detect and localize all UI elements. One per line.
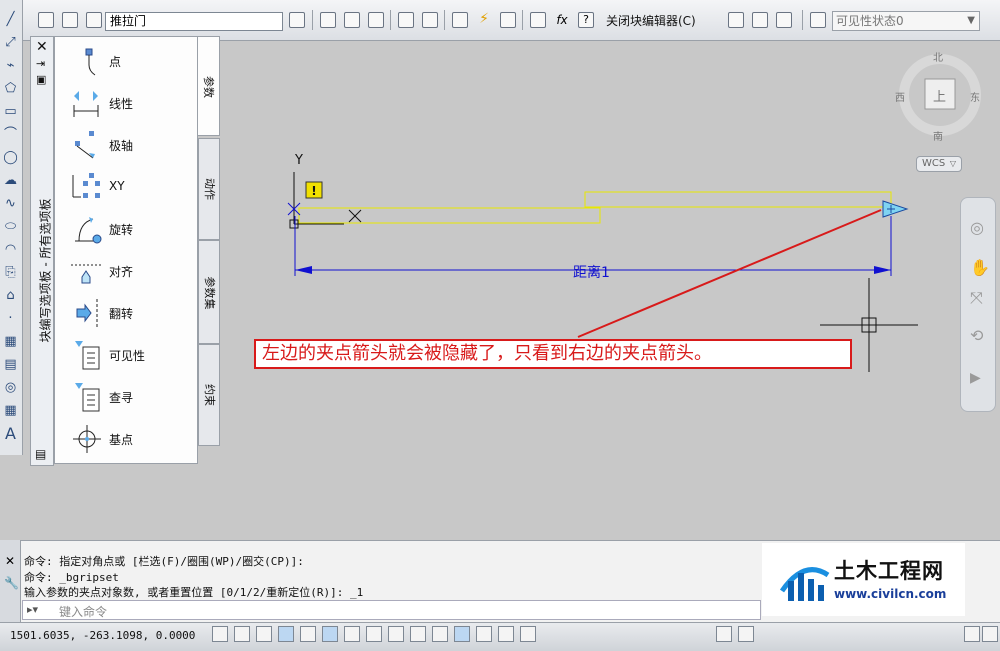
warning-mark: ! <box>311 184 316 198</box>
customize-wrench-icon[interactable]: 🔧 <box>4 576 19 590</box>
grid-display-icon[interactable] <box>256 626 272 642</box>
wcs-menu[interactable]: WCS ▽ <box>916 156 962 172</box>
close-icon[interactable]: ✕ <box>5 554 15 568</box>
infer-constraints-icon[interactable] <box>212 626 228 642</box>
ortho-mode-icon[interactable] <box>278 626 294 642</box>
command-input[interactable]: ▸▾ 键入命令 <box>22 600 761 620</box>
polar-tracking-icon[interactable] <box>300 626 316 642</box>
orbit-icon[interactable]: ⟲ <box>970 326 983 345</box>
cursor-coordinates[interactable]: 1501.6035, -263.1098, 0.0000 <box>10 629 195 642</box>
status-menu-icon[interactable] <box>982 626 998 642</box>
civilcn-logo-icon <box>779 567 830 601</box>
steering-wheel-icon[interactable]: ◎ <box>970 218 984 237</box>
door-panel-left[interactable] <box>298 207 601 224</box>
dynamic-input-icon[interactable] <box>410 626 426 642</box>
site-watermark-logo: 土木工程网 www.civilcn.com <box>762 543 965 616</box>
watermark-title: 土木工程网 <box>834 559 944 583</box>
snap-mode-icon[interactable] <box>234 626 250 642</box>
showmotion-icon[interactable]: ▶ <box>970 370 981 386</box>
quick-properties-icon[interactable] <box>476 626 492 642</box>
transparency-icon[interactable] <box>454 626 470 642</box>
workspace-icon[interactable] <box>964 626 980 642</box>
selection-cycling-icon[interactable] <box>498 626 514 642</box>
command-history-line: 输入参数的夹点对象数, 或者重置位置 [0/1/2/重新定位(R)]: _1 <box>24 586 364 599</box>
pan-hand-icon[interactable]: ✋ <box>970 258 990 277</box>
object-snap-tracking-icon[interactable] <box>366 626 382 642</box>
viewcube-top-label: 上 <box>933 90 947 105</box>
ucs-y-label: Y <box>295 153 303 168</box>
object-snap-icon[interactable] <box>322 626 338 642</box>
command-window-side: ✕ 🔧 <box>0 540 21 622</box>
command-prompt-icon[interactable]: ▸▾ <box>27 603 38 616</box>
lineweight-icon[interactable] <box>432 626 448 642</box>
navigation-bar: ◎ ✋ ⤧ ⟲ ▶ <box>960 197 996 412</box>
model-space-icon[interactable] <box>716 626 732 642</box>
compass-south[interactable]: 南 <box>933 128 943 143</box>
dimension-arrow-right <box>874 266 891 274</box>
door-panel-right[interactable] <box>584 191 892 208</box>
compass-west[interactable]: 西 <box>895 89 905 104</box>
3d-object-snap-icon[interactable] <box>344 626 360 642</box>
layout-icon[interactable] <box>738 626 754 642</box>
dimension-arrow-left <box>295 266 312 274</box>
command-input-placeholder: 键入命令 <box>59 605 108 619</box>
command-history-line: 命令: _bgripset <box>24 571 119 584</box>
annotation-monitor-icon[interactable] <box>520 626 536 642</box>
chevron-down-icon: ▽ <box>949 159 956 168</box>
annotation-leader <box>577 209 882 338</box>
dynamic-ucs-icon[interactable] <box>388 626 404 642</box>
zoom-extents-icon[interactable]: ⤧ <box>970 288 983 308</box>
wcs-label: WCS <box>922 158 946 169</box>
watermark-url: www.civilcn.com <box>834 587 947 601</box>
compass-north[interactable]: 北 <box>933 49 943 64</box>
dimension-label[interactable]: 距离1 <box>573 262 610 282</box>
compass-east[interactable]: 东 <box>970 89 980 104</box>
command-history-line: 命令: 指定对角点或 [栏选(F)/圈围(WP)/圈交(CP)]: <box>24 555 304 568</box>
annotation-callout: 左边的夹点箭头就会被隐藏了，只看到右边的夹点箭头。 <box>254 339 852 369</box>
